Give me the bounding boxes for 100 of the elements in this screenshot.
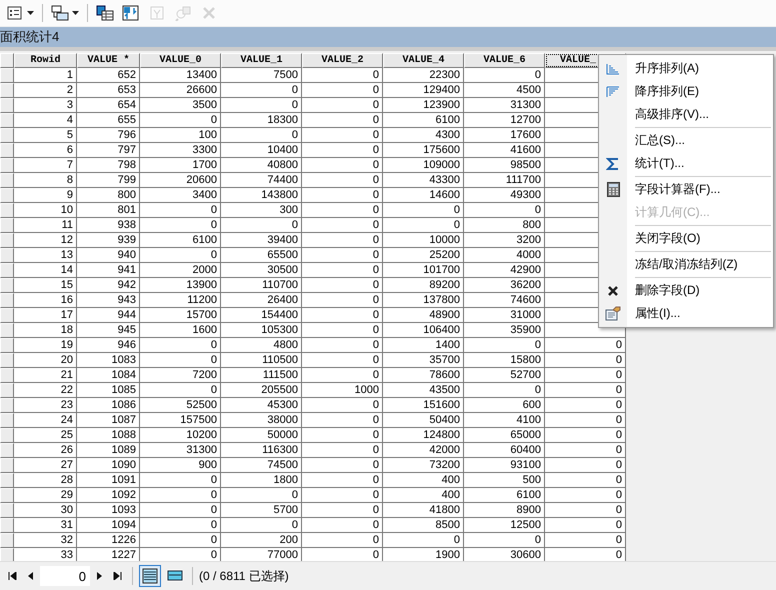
row-selector[interactable] (0, 353, 14, 368)
table-cell: 1087 (77, 413, 140, 428)
row-selector[interactable] (0, 458, 14, 473)
row-selector[interactable] (0, 83, 14, 98)
table-cell: 0 (545, 533, 626, 548)
table-cell: 0 (140, 473, 221, 488)
delete-icon (200, 5, 218, 21)
column-header[interactable]: VALUE_4 (383, 53, 464, 68)
table-cell: 30600 (464, 548, 545, 561)
row-selector[interactable] (0, 128, 14, 143)
table-cell: 98500 (464, 158, 545, 173)
table-cell: 151600 (383, 398, 464, 413)
menu-item[interactable]: 汇总(S)... (599, 129, 773, 152)
record-field[interactable]: 0 (40, 566, 90, 586)
table-cell: 65000 (464, 428, 545, 443)
row-selector[interactable] (0, 308, 14, 323)
row-selector[interactable] (0, 293, 14, 308)
row-selector[interactable] (0, 98, 14, 113)
table-cell: 500 (464, 473, 545, 488)
table-cell: 0 (302, 353, 383, 368)
table-cell: 8500 (383, 518, 464, 533)
table-cell: 0 (140, 533, 221, 548)
table-cell: 42900 (464, 263, 545, 278)
row-selector[interactable] (0, 548, 14, 561)
row-selector[interactable] (0, 428, 14, 443)
table-cell: 0 (383, 203, 464, 218)
table-cell: 8 (14, 173, 77, 188)
row-selector[interactable] (0, 188, 14, 203)
row-selector[interactable] (0, 323, 14, 338)
table-cell: 943 (77, 293, 140, 308)
select-table-icon (96, 5, 114, 21)
menu-item[interactable]: 降序排列(E) (599, 80, 773, 103)
table-cell: 800 (77, 188, 140, 203)
table-cell: 0 (545, 413, 626, 428)
row-selector[interactable] (0, 173, 14, 188)
row-selector[interactable] (0, 248, 14, 263)
table-cell: 942 (77, 278, 140, 293)
row-selector[interactable] (0, 233, 14, 248)
row-selector[interactable] (0, 503, 14, 518)
table-cell: 1092 (77, 488, 140, 503)
table-cell: 1091 (77, 473, 140, 488)
menu-item[interactable]: 统计(T)... (599, 152, 773, 175)
table-cell: 45300 (221, 398, 302, 413)
table-cell: 26600 (140, 83, 221, 98)
column-header[interactable]: VALUE_1 (221, 53, 302, 68)
table-cell: 52700 (464, 368, 545, 383)
table-cell: 19 (14, 338, 77, 353)
table-cell: 77000 (221, 548, 302, 561)
table-cell: 946 (77, 338, 140, 353)
menu-item[interactable]: 删除字段(D) (599, 279, 773, 302)
table-cell: 1000 (302, 383, 383, 398)
table-cell: 110700 (221, 278, 302, 293)
menu-item[interactable]: 关闭字段(O) (599, 227, 773, 250)
row-selector[interactable] (0, 143, 14, 158)
column-header[interactable]: VALUE_6 (464, 53, 545, 68)
table-cell: 24 (14, 413, 77, 428)
column-header[interactable]: VALUE * (77, 53, 140, 68)
table-cell: 1094 (77, 518, 140, 533)
switch-selection-icon (122, 5, 140, 21)
menu-item[interactable]: 高级排序(V)... (599, 103, 773, 126)
menu-item[interactable]: 字段计算器(F)... (599, 178, 773, 201)
row-selector[interactable] (0, 203, 14, 218)
row-selector[interactable] (0, 263, 14, 278)
show-all-records-button[interactable] (139, 565, 161, 587)
table-cell: 78600 (383, 368, 464, 383)
row-selector[interactable] (0, 518, 14, 533)
table-cell: 38000 (221, 413, 302, 428)
table-cell: 50400 (383, 413, 464, 428)
table-cell: 3500 (140, 98, 221, 113)
row-selector[interactable] (0, 338, 14, 353)
row-selector[interactable] (0, 398, 14, 413)
menu-item[interactable]: 属性(I)... (599, 302, 773, 325)
row-selector[interactable] (0, 533, 14, 548)
column-header[interactable]: Rowid (14, 53, 77, 68)
table-cell: 0 (302, 278, 383, 293)
table-cell: 1 (14, 68, 77, 83)
row-selector[interactable] (0, 413, 14, 428)
table-cell: 0 (545, 398, 626, 413)
row-selector[interactable] (0, 218, 14, 233)
table-cell: 13400 (140, 68, 221, 83)
row-selector[interactable] (0, 368, 14, 383)
row-selector[interactable] (0, 278, 14, 293)
table-cell: 8900 (464, 503, 545, 518)
row-selector[interactable] (0, 473, 14, 488)
row-selector[interactable] (0, 443, 14, 458)
table-cell: 0 (302, 263, 383, 278)
table-cell: 4000 (464, 248, 545, 263)
table-cell: 26400 (221, 293, 302, 308)
delete-icon (607, 284, 619, 296)
row-selector[interactable] (0, 68, 14, 83)
row-selector[interactable] (0, 113, 14, 128)
table-cell: 0 (545, 338, 626, 353)
row-selector[interactable] (0, 383, 14, 398)
column-header[interactable]: VALUE_2 (302, 53, 383, 68)
row-selector[interactable] (0, 488, 14, 503)
menu-item[interactable]: 冻结/取消冻结列(Z) (599, 253, 773, 276)
table-cell: 111500 (221, 368, 302, 383)
column-header[interactable]: VALUE_0 (140, 53, 221, 68)
row-selector[interactable] (0, 158, 14, 173)
table-cell: 105300 (221, 323, 302, 338)
